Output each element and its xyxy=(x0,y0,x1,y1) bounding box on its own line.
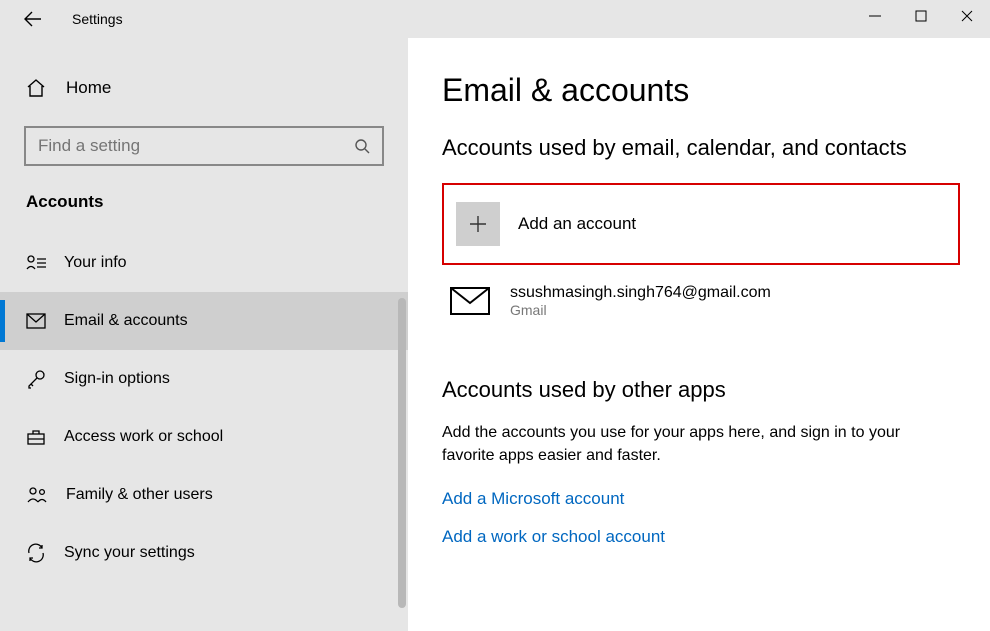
sidebar-item-label: Sign-in options xyxy=(64,370,170,388)
sidebar-scrollbar[interactable] xyxy=(398,298,406,608)
minimize-icon xyxy=(869,10,881,22)
sidebar-item-label: Family & other users xyxy=(66,486,213,504)
sidebar-item-sync-settings[interactable]: Sync your settings xyxy=(0,524,408,582)
sidebar-item-label: Access work or school xyxy=(64,428,223,446)
close-icon xyxy=(961,10,973,22)
user-info-icon xyxy=(26,254,46,272)
titlebar: Settings xyxy=(0,0,990,38)
close-button[interactable] xyxy=(944,0,990,32)
sidebar-item-signin-options[interactable]: Sign-in options xyxy=(0,350,408,408)
sidebar-item-your-info[interactable]: Your info xyxy=(0,234,408,292)
section-header-email-accounts: Accounts used by email, calendar, and co… xyxy=(442,135,960,161)
sidebar-item-label: Sync your settings xyxy=(64,544,195,562)
section-description: Add the accounts you use for your apps h… xyxy=(442,421,942,467)
sidebar: Home Accounts Your info Email & accounts… xyxy=(0,38,408,631)
window-title: Settings xyxy=(72,11,123,27)
account-row[interactable]: ssushmasingh.singh764@gmail.com Gmail xyxy=(442,279,960,323)
content-area: Email & accounts Accounts used by email,… xyxy=(408,38,990,631)
add-account-label: Add an account xyxy=(518,214,636,234)
sync-icon xyxy=(26,543,46,563)
search-box[interactable] xyxy=(24,126,384,166)
home-label: Home xyxy=(66,78,111,98)
add-account-highlight: Add an account xyxy=(442,183,960,265)
back-button[interactable] xyxy=(12,3,54,35)
sidebar-item-label: Email & accounts xyxy=(64,312,188,330)
maximize-button[interactable] xyxy=(898,0,944,32)
add-microsoft-account-link[interactable]: Add a Microsoft account xyxy=(442,489,960,509)
plus-icon xyxy=(467,213,489,235)
page-title: Email & accounts xyxy=(442,72,960,109)
home-icon xyxy=(26,78,46,98)
home-nav[interactable]: Home xyxy=(0,68,408,108)
sidebar-item-family-users[interactable]: Family & other users xyxy=(0,466,408,524)
sidebar-nav-list: Your info Email & accounts Sign-in optio… xyxy=(0,234,408,582)
section-header-other-apps: Accounts used by other apps xyxy=(442,377,960,403)
window-controls xyxy=(852,0,990,38)
account-provider: Gmail xyxy=(510,302,771,318)
key-icon xyxy=(26,369,46,389)
mail-icon xyxy=(26,313,46,329)
maximize-icon xyxy=(915,10,927,22)
account-email: ssushmasingh.singh764@gmail.com xyxy=(510,284,771,302)
people-icon xyxy=(26,486,48,504)
search-icon xyxy=(354,138,370,154)
sidebar-item-email-accounts[interactable]: Email & accounts xyxy=(0,292,408,350)
search-input[interactable] xyxy=(38,136,354,156)
sidebar-section-header: Accounts xyxy=(26,192,382,212)
minimize-button[interactable] xyxy=(852,0,898,32)
briefcase-icon xyxy=(26,428,46,446)
plus-tile xyxy=(456,202,500,246)
add-work-school-account-link[interactable]: Add a work or school account xyxy=(442,527,960,547)
add-account-button[interactable]: Add an account xyxy=(450,191,952,257)
envelope-icon xyxy=(450,287,490,315)
sidebar-item-label: Your info xyxy=(64,254,127,272)
sidebar-item-access-work-school[interactable]: Access work or school xyxy=(0,408,408,466)
arrow-left-icon xyxy=(24,10,42,28)
account-icon-tile xyxy=(448,279,492,323)
